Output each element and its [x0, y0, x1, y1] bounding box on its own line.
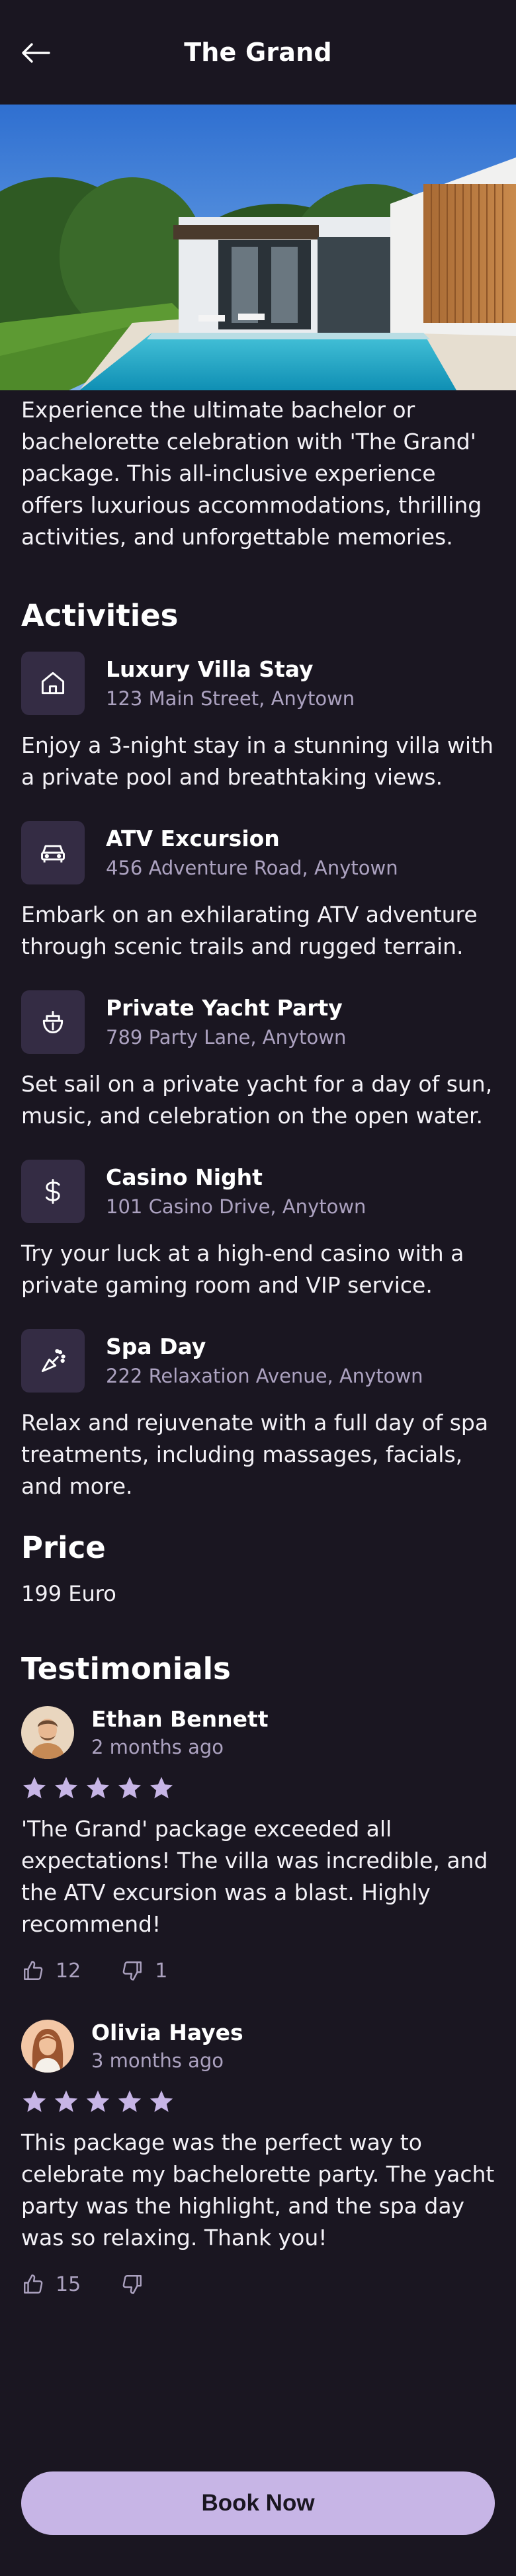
star-icon [22, 2090, 46, 2112]
like-button[interactable]: 15 [21, 2272, 81, 2296]
activity-description: Relax and rejuvenate with a full day of … [21, 1410, 489, 1499]
thumbs-up-icon [24, 1961, 43, 1980]
star-rating [21, 2088, 495, 2115]
review-date: 2 months ago [91, 1736, 224, 1758]
like-count: 12 [56, 1959, 81, 1983]
app-header: The Grand [0, 0, 516, 105]
like-count: 15 [56, 2272, 81, 2296]
review-card: Olivia Hayes 3 months ago This package w… [21, 2018, 495, 2296]
activity-address: 789 Party Lane, Anytown [106, 1026, 347, 1049]
star-rating [21, 1775, 495, 1801]
dislike-button[interactable]: 1 [120, 1959, 167, 1983]
review-card: Ethan Bennett 2 months ago 'The Grand' p… [21, 1705, 495, 1983]
activity-description: Try your luck at a high-end casino with … [21, 1240, 464, 1298]
activity-item[interactable]: ATV Excursion 456 Adventure Road, Anytow… [21, 821, 495, 963]
yacht-icon [21, 990, 85, 1054]
dislike-count: 1 [155, 1959, 168, 1983]
activity-description: Enjoy a 3-night stay in a stunning villa… [21, 732, 494, 790]
activity-name: Spa Day [106, 1334, 206, 1359]
review-text: 'The Grand' package exceeded all expecta… [21, 1816, 488, 1937]
home-icon [21, 652, 85, 715]
activities-heading: Activities [21, 598, 179, 633]
hero-image [0, 105, 516, 390]
package-description: Experience the ultimate bachelor or bach… [21, 397, 482, 550]
like-button[interactable]: 12 [21, 1959, 81, 1983]
activity-name: Private Yacht Party [106, 995, 343, 1021]
activity-name: Casino Night [106, 1164, 263, 1190]
activity-address: 222 Relaxation Avenue, Anytown [106, 1365, 423, 1387]
activity-description: Embark on an exhilarating ATV adventure … [21, 902, 478, 959]
activity-item[interactable]: Casino Night 101 Casino Drive, Anytown T… [21, 1160, 495, 1301]
thumbs-up-icon [24, 2274, 43, 2294]
car-icon [21, 821, 85, 884]
book-now-button[interactable]: Book Now [21, 2471, 495, 2535]
activity-address: 456 Adventure Road, Anytown [106, 857, 398, 879]
star-icon [118, 2090, 142, 2112]
star-icon [86, 2090, 110, 2112]
activity-item[interactable]: Private Yacht Party 789 Party Lane, Anyt… [21, 990, 495, 1132]
activity-address: 101 Casino Drive, Anytown [106, 1195, 366, 1218]
activity-name: Luxury Villa Stay [106, 656, 314, 682]
dollar-icon [21, 1160, 85, 1223]
reviewer-name: Olivia Hayes [91, 2020, 243, 2045]
price-value: 199 Euro [21, 1581, 116, 1606]
activity-name: ATV Excursion [106, 826, 280, 851]
back-button[interactable] [17, 34, 54, 71]
reviewer-name: Ethan Bennett [91, 1706, 269, 1732]
avatar [21, 1706, 74, 1759]
activity-item[interactable]: Spa Day 222 Relaxation Avenue, Anytown R… [21, 1329, 495, 1502]
star-icon [54, 1777, 78, 1799]
review-text: This package was the perfect way to cele… [21, 2129, 495, 2251]
thumbs-down-icon [122, 1961, 142, 1981]
star-icon [22, 1777, 46, 1799]
thumbs-down-icon [122, 2275, 142, 2294]
star-icon [118, 1777, 142, 1799]
star-icon [86, 1777, 110, 1799]
activity-description: Set sail on a private yacht for a day of… [21, 1071, 493, 1129]
price-heading: Price [21, 1530, 106, 1565]
star-icon [150, 1777, 173, 1799]
activities-list: Luxury Villa Stay 123 Main Street, Anyto… [21, 652, 495, 1502]
spa-icon [21, 1329, 85, 1393]
dislike-button[interactable] [120, 2272, 155, 2296]
review-date: 3 months ago [91, 2049, 224, 2072]
testimonials-list: Ethan Bennett 2 months ago 'The Grand' p… [21, 1705, 495, 2296]
star-icon [150, 2090, 173, 2112]
arrow-left-icon [22, 43, 50, 63]
activity-item[interactable]: Luxury Villa Stay 123 Main Street, Anyto… [21, 652, 495, 793]
page-title: The Grand [184, 38, 332, 67]
avatar [21, 2020, 74, 2073]
activity-address: 123 Main Street, Anytown [106, 687, 355, 710]
testimonials-heading: Testimonials [21, 1651, 231, 1686]
star-icon [54, 2090, 78, 2112]
